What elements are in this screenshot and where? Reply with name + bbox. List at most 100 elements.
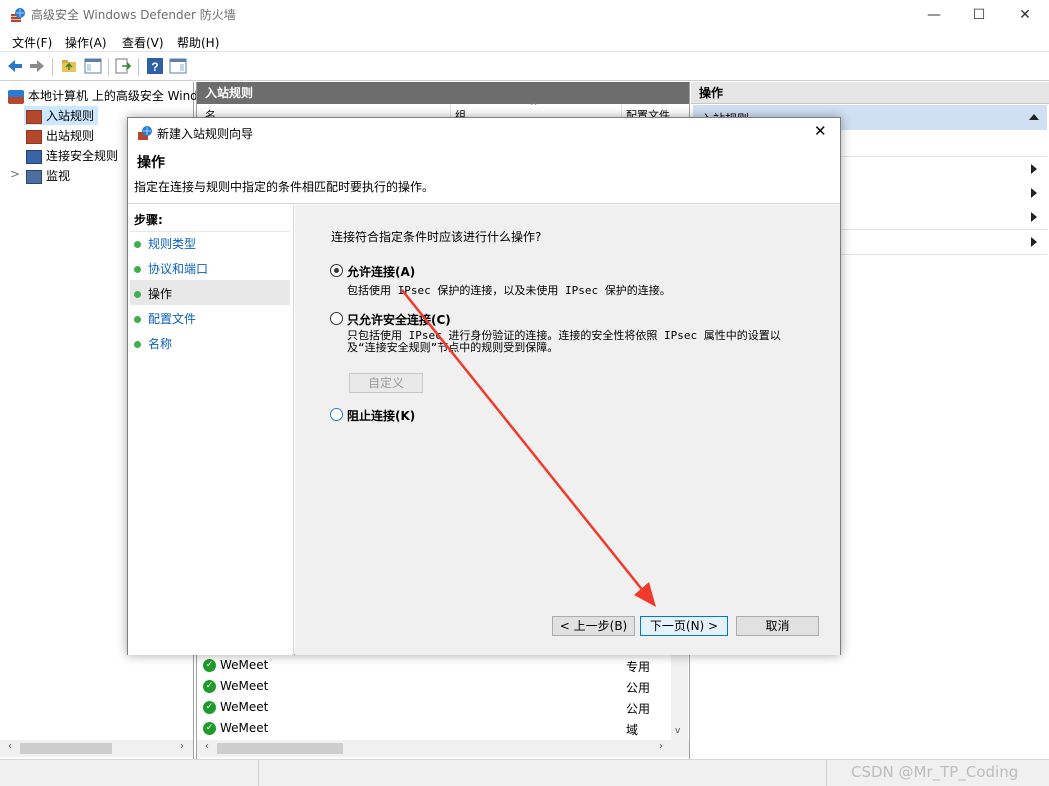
rule-profile: 公用 [626, 681, 651, 695]
tree-item-inbound-rules[interactable]: 入站规则 [24, 106, 99, 125]
step-label: 操作 [148, 287, 173, 301]
tree-item-label: 入站规则 [46, 109, 95, 123]
table-row[interactable]: ✓ WeMeet 公用 [203, 700, 673, 721]
tree-expand-chevron-icon[interactable]: > [10, 167, 20, 181]
back-arrow-icon[interactable] [6, 57, 24, 75]
rule-name: WeMeet [220, 700, 269, 714]
step-name[interactable]: 名称 [134, 335, 172, 352]
minimize-button[interactable]: — [911, 0, 957, 30]
inbound-rules-icon [26, 109, 42, 124]
new-inbound-rule-wizard-dialog: 新建入站规则向导 ✕ 操作 指定在连接与规则中指定的条件相匹配时要执行的操作。 … [127, 117, 841, 655]
close-button[interactable]: ✕ [1002, 0, 1048, 30]
export-list-icon[interactable] [114, 57, 132, 75]
dialog-heading: 操作 [137, 155, 165, 171]
window-title: 高级安全 Windows Defender 防火墙 [31, 8, 236, 22]
status-bar: CSDN @Mr_TP_Coding [0, 759, 1049, 786]
scroll-right-icon[interactable]: › [659, 741, 663, 752]
table-row[interactable]: ✓ WeMeet 专用 [203, 658, 673, 679]
menu-help[interactable]: 帮助(H) [177, 34, 219, 51]
tree-item-label: 出站规则 [46, 129, 95, 143]
allow-secure-connection-label[interactable]: 只允许安全连接(C) [347, 311, 451, 328]
step-action[interactable]: 操作 [134, 285, 172, 302]
back-button[interactable]: < 上一步(B) [552, 616, 635, 636]
dialog-description: 指定在连接与规则中指定的条件相匹配时要执行的操作。 [134, 180, 435, 194]
next-button[interactable]: 下一页(N) > [640, 616, 728, 636]
dialog-close-icon[interactable]: ✕ [814, 122, 827, 140]
table-row[interactable]: ✓ WeMeet 域 [203, 721, 673, 742]
enabled-check-icon: ✓ [203, 659, 216, 672]
help-icon[interactable]: ? [146, 57, 164, 75]
middle-horizontal-scrollbar[interactable]: ‹ › [197, 740, 689, 757]
rule-name: WeMeet [220, 721, 269, 735]
step-dot-icon [134, 241, 141, 248]
tree-root-label: 本地计算机 上的高级安全 Wind [28, 89, 198, 103]
step-dot-icon [134, 341, 141, 348]
allow-connection-label[interactable]: 允许连接(A) [347, 263, 415, 280]
menu-bar: 文件(F) 操作(A) 查看(V) 帮助(H) [0, 30, 1049, 52]
submenu-arrow-icon[interactable] [1031, 188, 1037, 198]
wizard-steps-pane: 步骤: 规则类型 协议和端口 操作 配置文件 名称 [128, 205, 294, 655]
firewall-app-icon [11, 8, 25, 22]
maximize-button[interactable]: ☐ [956, 0, 1002, 30]
dialog-title-bar: 新建入站规则向导 ✕ [128, 118, 840, 146]
title-bar: 高级安全 Windows Defender 防火墙 — ☐ ✕ [0, 0, 1049, 30]
block-connection-radio[interactable] [330, 408, 343, 421]
watermark-text: CSDN @Mr_TP_Coding [851, 763, 1019, 781]
scrollbar-thumb[interactable] [20, 743, 112, 754]
tree-item-outbound-rules[interactable]: 出站规则 [26, 127, 94, 144]
customize-button[interactable]: 自定义 [349, 373, 423, 393]
toolbar-separator [108, 58, 109, 76]
rule-name: WeMeet [220, 658, 269, 672]
tree-item-label: 监视 [46, 169, 71, 183]
tree-root[interactable]: 本地计算机 上的高级安全 Wind [8, 87, 198, 104]
scrollbar-thumb[interactable] [217, 743, 343, 754]
allow-secure-connection-radio[interactable] [330, 312, 343, 325]
submenu-arrow-icon[interactable] [1031, 237, 1037, 247]
show-hide-tree-icon[interactable] [84, 57, 102, 75]
collapse-up-icon[interactable] [1029, 113, 1039, 121]
rule-profile: 专用 [626, 660, 651, 674]
rule-profile: 公用 [626, 702, 651, 716]
tree-item-monitoring[interactable]: 监视 [26, 167, 70, 184]
enabled-check-icon: ✓ [203, 701, 216, 714]
submenu-arrow-icon[interactable] [1031, 212, 1037, 222]
menu-view[interactable]: 查看(V) [122, 34, 164, 51]
wizard-body: 连接符合指定条件时应该进行什么操作? 允许连接(A) 包括使用 IPsec 保护… [295, 205, 840, 655]
allow-connection-desc: 包括使用 IPsec 保护的连接，以及未使用 IPsec 保护的连接。 [347, 284, 671, 297]
cancel-button[interactable]: 取消 [736, 616, 819, 636]
step-profile[interactable]: 配置文件 [134, 310, 196, 327]
step-dot-icon [134, 316, 141, 323]
step-dot-icon [134, 266, 141, 273]
menu-file[interactable]: 文件(F) [12, 34, 52, 51]
dialog-header: 操作 指定在连接与规则中指定的条件相匹配时要执行的操作。 [128, 146, 840, 204]
scroll-left-icon[interactable]: ‹ [205, 741, 209, 752]
enabled-check-icon: ✓ [203, 680, 216, 693]
menu-action[interactable]: 操作(A) [65, 34, 107, 51]
show-hide-action-pane-icon[interactable] [169, 57, 187, 75]
forward-arrow-icon[interactable] [28, 57, 46, 75]
status-divider [258, 760, 259, 786]
monitoring-icon [26, 169, 42, 184]
dialog-title: 新建入站规则向导 [157, 127, 254, 141]
submenu-arrow-icon[interactable] [1031, 164, 1037, 174]
firewall-icon [8, 89, 24, 104]
scroll-left-icon[interactable]: ‹ [8, 741, 12, 752]
table-row[interactable]: ✓ WeMeet 公用 [203, 679, 673, 700]
status-divider [826, 760, 827, 786]
middle-vertical-scrollbar[interactable]: v [671, 652, 688, 740]
allow-connection-radio[interactable] [330, 264, 343, 277]
block-connection-label[interactable]: 阻止连接(K) [347, 407, 415, 424]
folder-up-icon[interactable] [60, 57, 78, 75]
step-label: 名称 [148, 337, 173, 351]
step-rule-type[interactable]: 规则类型 [134, 235, 196, 252]
pane-header: 入站规则 [197, 82, 689, 104]
scroll-right-icon[interactable]: › [180, 741, 184, 752]
rule-name: WeMeet [220, 679, 269, 693]
scroll-down-icon[interactable]: v [675, 726, 680, 736]
tree-item-connection-security-rules[interactable]: 连接安全规则 [26, 147, 118, 164]
step-protocol-ports[interactable]: 协议和端口 [134, 260, 208, 277]
connection-security-icon [26, 149, 42, 164]
sort-arrow-icon: ^ [530, 102, 538, 112]
left-horizontal-scrollbar[interactable]: ‹ › [0, 740, 193, 757]
outbound-rules-icon [26, 129, 42, 144]
